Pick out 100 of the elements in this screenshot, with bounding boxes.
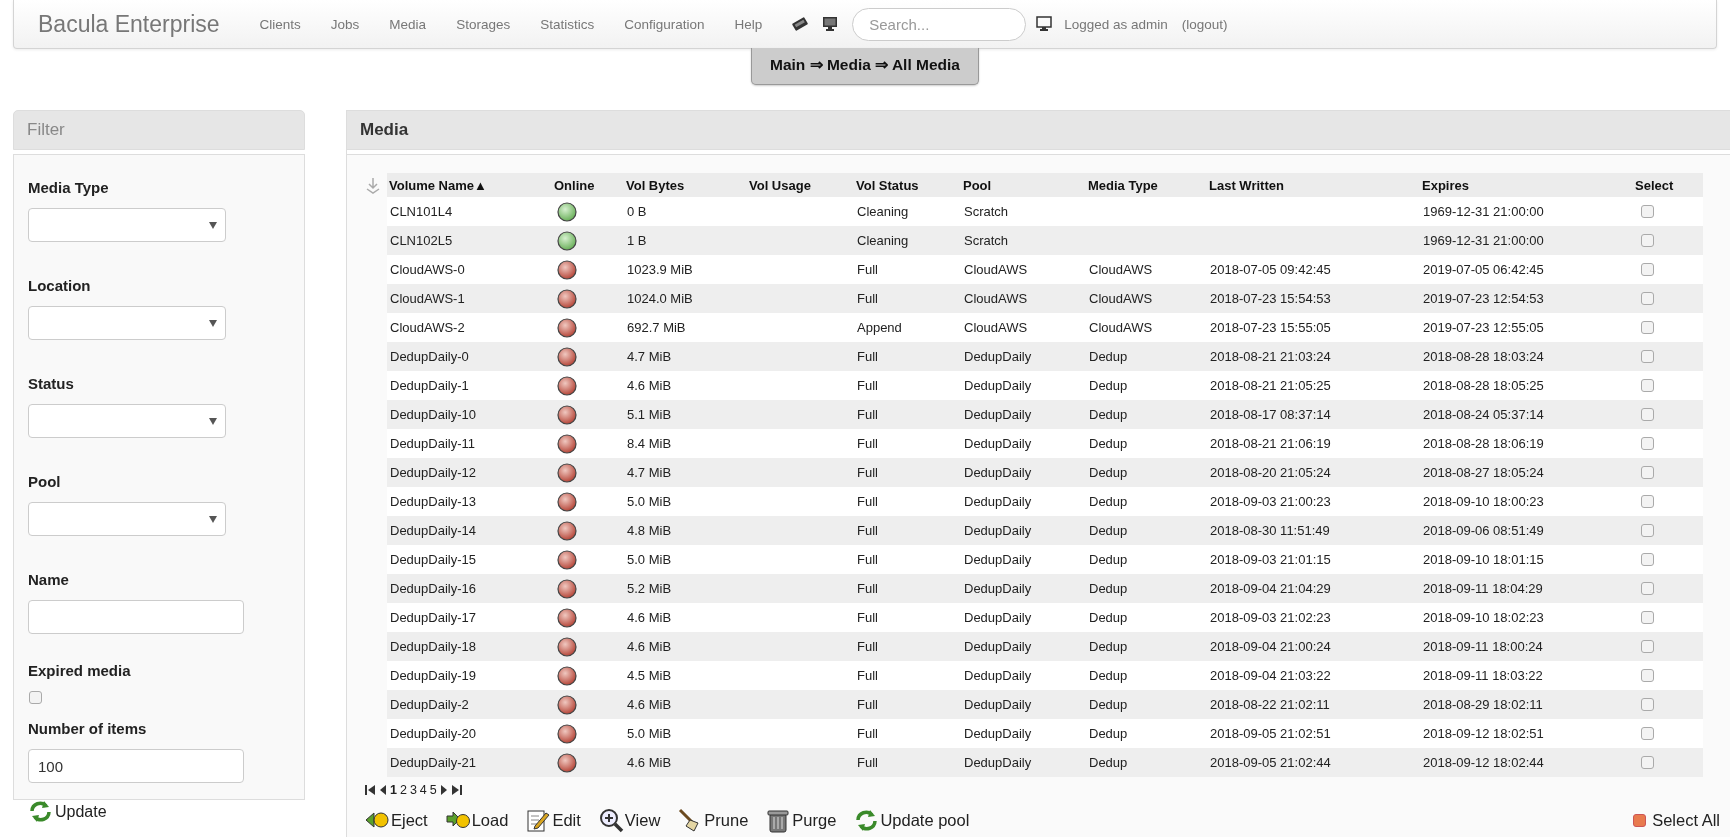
table-cell: 1969-12-31 21:00:00 — [1420, 197, 1633, 226]
field-label: Status — [28, 375, 75, 392]
dropdown-field[interactable] — [28, 502, 226, 536]
page-link[interactable]: 1 — [390, 783, 397, 797]
table-cell: 2018-09-03 21:01:15 — [1207, 545, 1420, 574]
column-header[interactable]: Media Type — [1086, 173, 1207, 197]
table-cell: CloudAWS — [961, 284, 1086, 313]
update-button[interactable]: Update — [28, 799, 107, 824]
checkbox[interactable] — [1641, 524, 1654, 537]
dropdown-field[interactable] — [28, 404, 226, 438]
column-header[interactable]: Volume Name▲ — [387, 173, 552, 197]
table-cell: CloudAWS-2 — [387, 313, 552, 342]
input-field[interactable]: 100 — [28, 749, 244, 783]
checkbox[interactable] — [1633, 813, 1647, 827]
nav-menu-item[interactable]: Configuration — [624, 16, 705, 32]
action-button[interactable]: Load — [445, 807, 509, 833]
table-cell: Dedup — [1086, 690, 1207, 719]
checkbox[interactable] — [1641, 379, 1654, 392]
dropdown-field[interactable] — [28, 306, 226, 340]
checkbox[interactable] — [1641, 263, 1654, 276]
logout-link[interactable]: (logout) — [1181, 16, 1228, 32]
checkbox[interactable] — [1641, 756, 1654, 769]
action-button[interactable]: Update pool — [854, 807, 970, 833]
table-cell: 5.0 MiB — [624, 487, 747, 516]
breadcrumb[interactable]: Main ⇒ Media ⇒ All Media — [751, 48, 979, 85]
nav-menu-item[interactable]: Statistics — [540, 16, 595, 32]
page-link[interactable]: 2 — [399, 783, 407, 797]
table-cell: Dedup — [1086, 342, 1207, 371]
column-header[interactable]: Pool — [961, 173, 1086, 197]
action-button[interactable]: Purge — [766, 807, 837, 833]
table-cell: 692.7 MiB — [624, 313, 747, 342]
nav-menu-item[interactable]: Media — [389, 16, 427, 32]
table-cell: 2019-07-23 12:54:53 — [1420, 284, 1633, 313]
table-cell: 5.2 MiB — [624, 574, 747, 603]
column-header[interactable]: Vol Bytes — [624, 173, 747, 197]
page-link[interactable]: 3 — [409, 783, 417, 797]
checkbox[interactable] — [1641, 205, 1654, 218]
checkbox[interactable] — [1641, 553, 1654, 566]
table-cell: 2018-08-28 18:03:24 — [1420, 342, 1633, 371]
table-cell: 2018-08-27 18:05:24 — [1420, 458, 1633, 487]
table-cell: CloudAWS — [961, 313, 1086, 342]
search-field[interactable]: Search... — [852, 7, 1027, 41]
checkbox[interactable] — [1641, 234, 1654, 247]
column-header[interactable]: Online — [552, 173, 624, 197]
checkbox[interactable] — [1641, 698, 1654, 711]
checkbox[interactable] — [1641, 437, 1654, 450]
checkbox[interactable] — [1641, 669, 1654, 682]
table-cell: CloudAWS — [961, 255, 1086, 284]
table-cell: Full — [854, 516, 961, 545]
nav-menu-item[interactable]: Storages — [456, 16, 511, 32]
action-button[interactable]: Edit — [526, 807, 581, 833]
checkbox[interactable] — [1641, 495, 1654, 508]
table-cell: DedupDaily-18 — [387, 632, 552, 661]
checkbox[interactable] — [1641, 292, 1654, 305]
table-cell: Full — [854, 574, 961, 603]
brand-title[interactable]: Bacula Enterprise — [38, 10, 220, 38]
input-field[interactable] — [28, 600, 244, 634]
filter-panel-header: Filter — [13, 110, 305, 150]
table-cell: Dedup — [1086, 487, 1207, 516]
checkbox[interactable] — [1641, 408, 1654, 421]
checkbox[interactable] — [1641, 582, 1654, 595]
dropdown-field[interactable] — [28, 208, 226, 242]
table-cell: Dedup — [1086, 574, 1207, 603]
monitor-icon — [822, 16, 839, 32]
column-header[interactable]: Vol Status — [854, 173, 961, 197]
table-cell: 1023.9 MiB — [624, 255, 747, 284]
table-cell: DedupDaily-0 — [387, 342, 552, 371]
page-link[interactable]: 4 — [419, 783, 427, 797]
table-cell: Cleaning — [854, 197, 961, 226]
table-cell: 2018-09-12 18:02:44 — [1420, 748, 1633, 777]
column-header[interactable]: Expires — [1420, 173, 1633, 197]
checkbox[interactable] — [1641, 727, 1654, 740]
page-link[interactable]: 5 — [429, 783, 437, 797]
table-cell: DedupDaily — [961, 719, 1086, 748]
table-cell: Dedup — [1086, 719, 1207, 748]
table-cell: 2018-09-10 18:02:23 — [1420, 603, 1633, 632]
action-button[interactable]: Eject — [365, 807, 428, 833]
column-header[interactable]: Select — [1633, 173, 1703, 197]
checkbox[interactable] — [1641, 640, 1654, 653]
table-cell: DedupDaily-11 — [387, 429, 552, 458]
checkbox[interactable] — [1641, 321, 1654, 334]
table-cell: Append — [854, 313, 961, 342]
nav-menu-item[interactable]: Jobs — [330, 16, 360, 32]
user-label: Logged as admin — [1064, 16, 1168, 32]
nav-menu-item[interactable]: Help — [734, 16, 763, 32]
checkbox[interactable] — [1641, 611, 1654, 624]
table-cell: 2018-09-03 21:00:23 — [1207, 487, 1420, 516]
table-cell: 2018-09-05 21:02:44 — [1207, 748, 1420, 777]
trash-can-icon — [766, 807, 792, 833]
checkbox[interactable] — [29, 691, 42, 704]
table-cell: DedupDaily-10 — [387, 400, 552, 429]
column-header[interactable]: Vol Usage — [747, 173, 854, 197]
action-button[interactable]: View — [598, 807, 661, 833]
column-header[interactable]: Last Written — [1207, 173, 1420, 197]
action-button[interactable]: Prune — [678, 807, 749, 833]
checkbox[interactable] — [1641, 466, 1654, 479]
nav-menu-item[interactable]: Clients — [259, 16, 301, 32]
checkbox[interactable] — [1641, 350, 1654, 363]
select-all-button[interactable]: Select All — [1633, 810, 1720, 830]
table-cell: DedupDaily-13 — [387, 487, 552, 516]
